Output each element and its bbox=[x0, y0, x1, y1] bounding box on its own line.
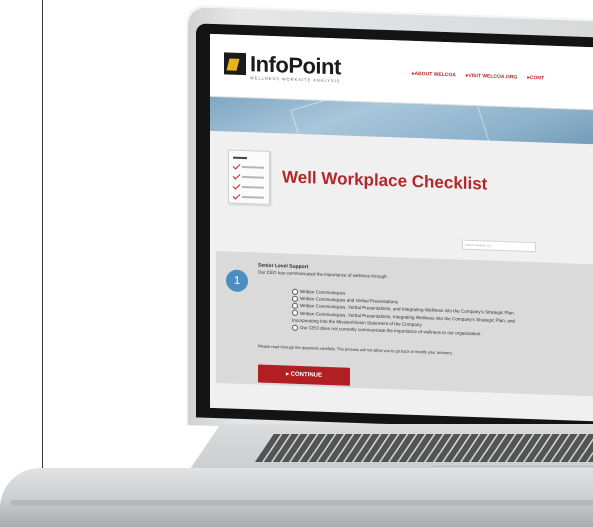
continue-button[interactable]: CONTINUE bbox=[258, 364, 350, 386]
screen-bezel: InfoPoint WELLNESS WORKSITE ANALYSIS ABO… bbox=[196, 23, 593, 433]
question-panel: 1 Senior Level Support Our CEO has commu… bbox=[216, 251, 593, 398]
laptop-base bbox=[0, 468, 593, 527]
top-nav: ABOUT WELCOA VISIT WELCOA.ORG CONT bbox=[412, 71, 544, 82]
nav-visit-welcoa[interactable]: VISIT WELCOA.ORG bbox=[466, 73, 517, 81]
nav-about-welcoa[interactable]: ABOUT WELCOA bbox=[412, 71, 456, 78]
page-title: Well Workplace Checklist bbox=[282, 167, 488, 194]
browser-screen: InfoPoint WELLNESS WORKSITE ANALYSIS ABO… bbox=[210, 33, 593, 423]
checklist-thumbnail bbox=[228, 149, 270, 205]
radio-button[interactable] bbox=[292, 288, 298, 295]
radio-button[interactable] bbox=[292, 310, 298, 317]
radio-button[interactable] bbox=[292, 295, 298, 302]
radio-button[interactable] bbox=[292, 302, 298, 310]
laptop-lid: InfoPoint WELLNESS WORKSITE ANALYSIS ABO… bbox=[186, 5, 593, 441]
title-area: Well Workplace Checklist Search wellcoa.… bbox=[210, 131, 593, 266]
main-content: Well Workplace Checklist Search wellcoa.… bbox=[210, 131, 593, 398]
answer-options: Written Communiques Written Communiques … bbox=[292, 288, 542, 340]
keyboard-keys bbox=[254, 434, 593, 462]
question-number-badge: 1 bbox=[226, 269, 248, 293]
radio-button[interactable] bbox=[292, 324, 298, 331]
laptop-base-edge bbox=[10, 500, 593, 506]
infopoint-logo-icon bbox=[224, 52, 246, 76]
search-input[interactable]: Search wellcoa.org bbox=[462, 239, 536, 253]
vertical-guide-line bbox=[42, 0, 43, 468]
nav-contact[interactable]: CONT bbox=[527, 75, 544, 81]
question-text: Our CEO has communicated the importance … bbox=[258, 269, 388, 280]
